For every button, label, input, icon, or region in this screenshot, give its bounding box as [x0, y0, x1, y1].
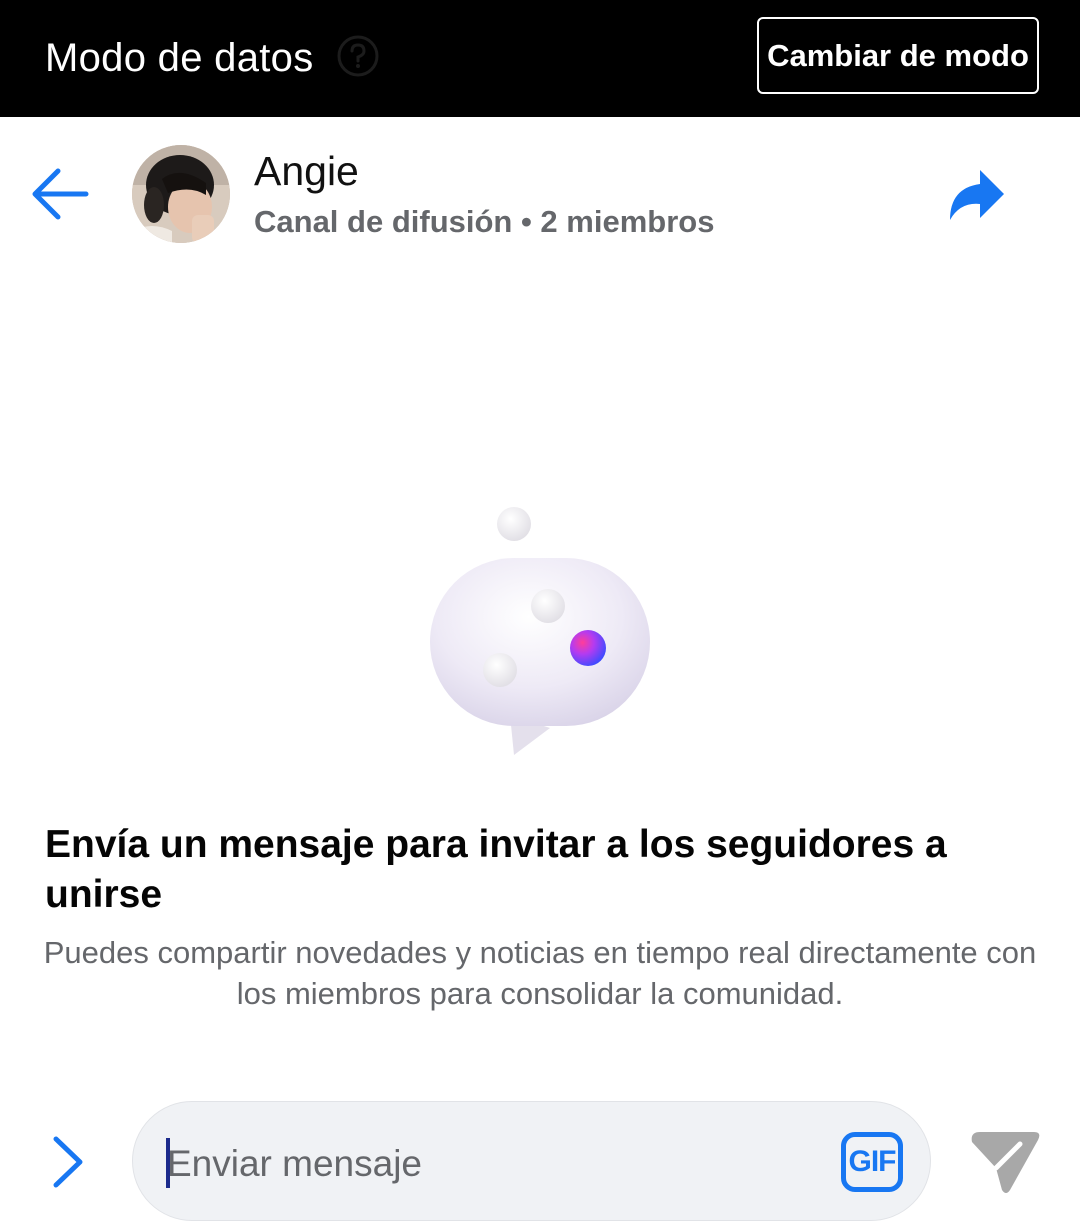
message-composer: GIF — [132, 1101, 931, 1221]
chat-name[interactable]: Angie — [254, 148, 359, 195]
chevron-right-icon[interactable] — [46, 1133, 90, 1191]
gif-button[interactable]: GIF — [841, 1132, 903, 1192]
data-mode-bar: Modo de datos Cambiar de modo — [0, 0, 1080, 117]
chat-subtitle: Canal de difusión • 2 miembros — [254, 204, 715, 239]
empty-state-title: Envía un mensaje para invitar a los segu… — [45, 823, 947, 916]
avatar-image — [132, 145, 230, 243]
chat-bubble-illustration — [430, 507, 650, 755]
share-arrow-icon[interactable] — [944, 166, 1006, 222]
send-icon[interactable] — [968, 1128, 1044, 1196]
avatar[interactable] — [132, 145, 230, 243]
switch-mode-button[interactable]: Cambiar de modo — [757, 17, 1039, 94]
empty-state-description: Puedes compartir novedades y noticias en… — [43, 935, 1037, 1011]
text-caret — [166, 1138, 170, 1188]
data-mode-title: Modo de datos — [45, 36, 314, 80]
question-circle-icon[interactable] — [336, 34, 380, 78]
arrow-left-icon[interactable] — [28, 165, 92, 223]
message-input[interactable] — [167, 1136, 827, 1192]
